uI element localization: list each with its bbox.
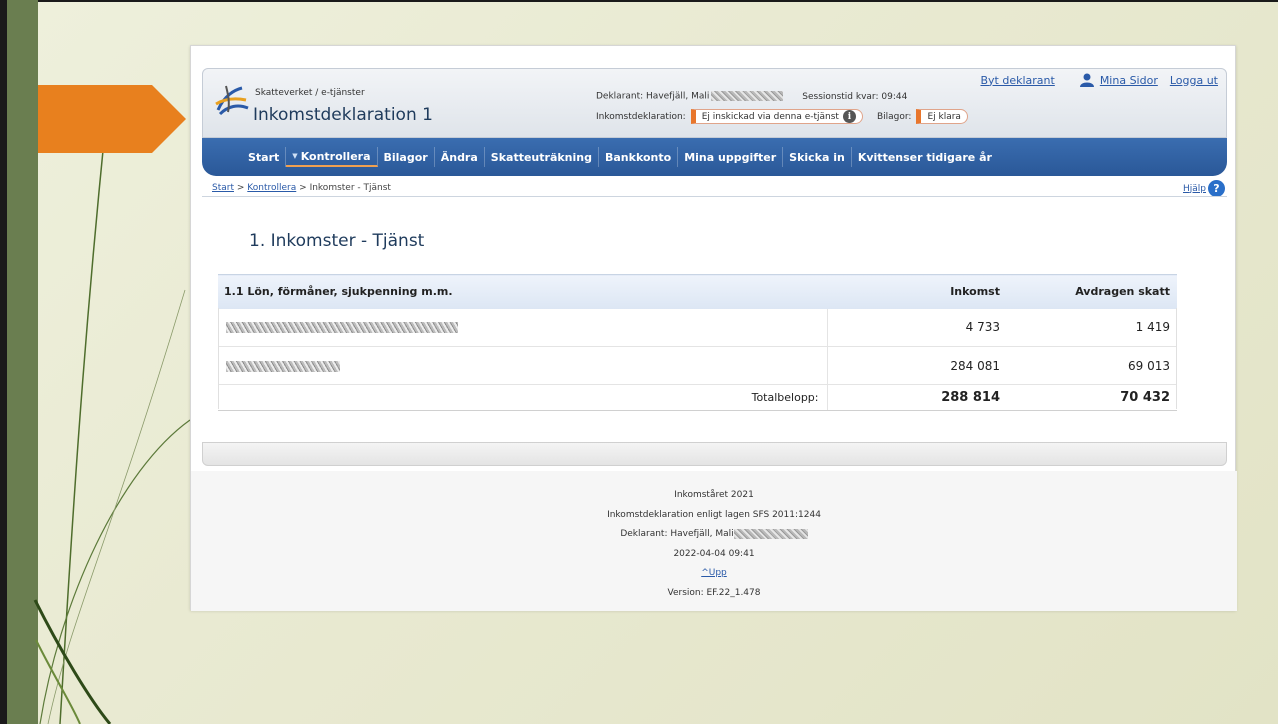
- question-icon[interactable]: ?: [1208, 180, 1225, 197]
- nav-kvittenser[interactable]: Kvittenser tidigare år: [852, 147, 998, 167]
- footer-declarant: Deklarant: Havefjäll, Mali: [191, 525, 1237, 545]
- total-row: Totalbelopp: 288 814 70 432: [218, 384, 1177, 411]
- main-nav: Start ▼ Kontrollera Bilagor Ändra Skatteu…: [202, 138, 1227, 176]
- declarant-label: Deklarant: Havefjäll, Mali: [596, 91, 710, 102]
- footer-law: Inkomstdeklaration enligt lagen SFS 2011…: [607, 509, 821, 520]
- nav-start[interactable]: Start: [242, 147, 287, 167]
- skatteverket-logo-icon: [215, 85, 249, 116]
- app-header: Skatteverket / e-tjänster Inkomstdeklara…: [202, 68, 1227, 138]
- scroll-up-link[interactable]: ^Upp: [701, 568, 727, 578]
- nav-kontrollera[interactable]: ▼ Kontrollera: [286, 147, 378, 167]
- total-income: 288 814: [826, 384, 1012, 411]
- browser-page: Skatteverket / e-tjänster Inkomstdeklara…: [190, 45, 1237, 611]
- divider: [202, 196, 1227, 197]
- help[interactable]: Hjälp ?: [1183, 180, 1225, 197]
- content-bottom-bar: [202, 442, 1227, 466]
- footer: Inkomståret 2021 Inkomstdeklaration enli…: [191, 486, 1237, 603]
- nav-skatteutrakning[interactable]: Skatteuträkning: [485, 147, 599, 167]
- redacted-name: [733, 528, 808, 539]
- income-table: 1.1 Lön, förmåner, sjukpenning m.m. Inko…: [218, 274, 1177, 411]
- help-link[interactable]: Hjälp: [1183, 184, 1206, 194]
- breadcrumb: Start > Kontrollera > Inkomster - Tjänst: [212, 183, 391, 193]
- attachments-label: Bilagor:: [876, 111, 912, 122]
- org-name: Skatteverket / e-tjänster: [255, 88, 365, 98]
- session-time: Sessionstid kvar: 09:44: [802, 91, 908, 102]
- change-declarant-link[interactable]: Byt deklarant: [980, 74, 1054, 87]
- page-title: 1. Inkomster - Tjänst: [249, 231, 425, 251]
- declaration-status-badge: Ej inskickad via denna e-tjänst i: [690, 109, 863, 124]
- total-label: Totalbelopp:: [218, 384, 827, 411]
- tax-cell: 69 013: [1012, 346, 1177, 385]
- info-icon[interactable]: i: [842, 110, 856, 123]
- app-title: Inkomstdeklaration 1: [253, 105, 433, 125]
- user-icon: [1079, 73, 1094, 87]
- income-cell: 284 081: [826, 346, 1012, 385]
- nav-mina-uppgifter[interactable]: Mina uppgifter: [678, 147, 784, 167]
- dropdown-triangle-icon: ▼: [292, 152, 298, 160]
- footer-year: Inkomståret 2021: [674, 490, 754, 500]
- breadcrumb-start[interactable]: Start: [212, 183, 234, 193]
- income-cell: 4 733: [826, 308, 1012, 347]
- redacted-employer: [226, 322, 458, 334]
- header-tax: Avdragen skatt: [1012, 274, 1177, 309]
- my-pages-link[interactable]: Mina Sidor: [1100, 74, 1158, 87]
- table-frame-right: [1176, 308, 1177, 409]
- redacted-name: [711, 91, 784, 101]
- redacted-employer: [226, 360, 340, 372]
- table-frame-left: [218, 308, 219, 409]
- table-row: 284 081 69 013: [218, 346, 1177, 385]
- breadcrumb-current: Inkomster - Tjänst: [309, 183, 391, 193]
- header-income: Inkomst: [827, 274, 1012, 309]
- logout-link[interactable]: Logga ut: [1170, 74, 1218, 87]
- nav-andra[interactable]: Ändra: [435, 147, 485, 167]
- orange-arrow-pointer: [38, 85, 186, 153]
- nav-bankkonto[interactable]: Bankkonto: [599, 147, 679, 167]
- footer-datetime: 2022-04-04 09:41: [673, 548, 755, 559]
- table-row: 4 733 1 419: [218, 308, 1177, 347]
- top-links: Byt deklarant Mina Sidor Logga ut: [980, 73, 1218, 87]
- header-category: 1.1 Lön, förmåner, sjukpenning m.m.: [218, 274, 827, 309]
- total-tax: 70 432: [1012, 384, 1177, 411]
- breadcrumb-kontrollera[interactable]: Kontrollera: [247, 183, 296, 193]
- nav-skicka-in[interactable]: Skicka in: [783, 147, 852, 167]
- footer-version: Version: EF.22_1.478: [667, 587, 761, 598]
- declaration-label: Inkomstdeklaration:: [596, 111, 686, 122]
- attachments-status-badge: Ej klara: [916, 109, 968, 124]
- nav-bilagor[interactable]: Bilagor: [378, 147, 435, 167]
- tax-cell: 1 419: [1012, 308, 1177, 347]
